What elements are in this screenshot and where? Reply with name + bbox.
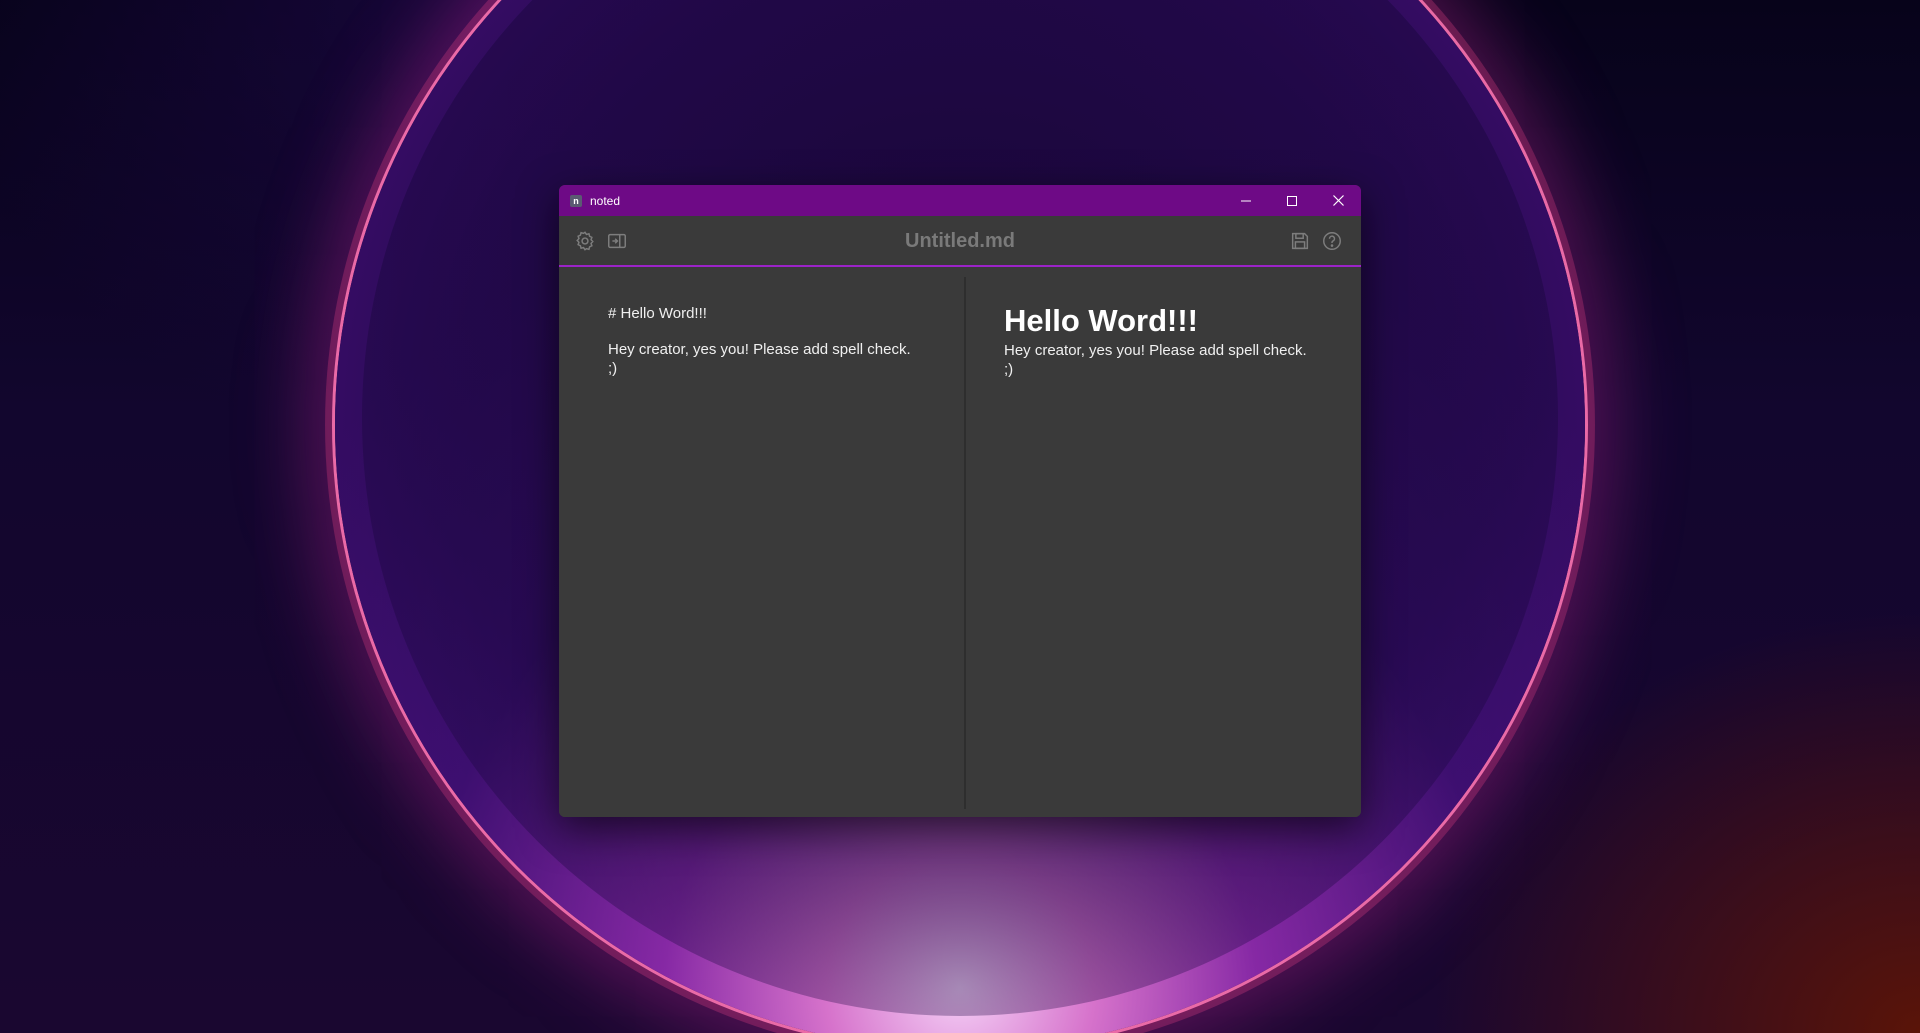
preview-heading: Hello Word!!! (1004, 303, 1199, 338)
markdown-editor[interactable]: # Hello Word!!! Hey creator, yes you! Pl… (608, 304, 928, 378)
help-icon (1323, 232, 1341, 250)
close-button[interactable] (1315, 185, 1361, 216)
pane-divider[interactable] (964, 277, 966, 809)
maximize-button[interactable] (1269, 185, 1315, 216)
minimize-button[interactable] (1223, 185, 1269, 216)
app-icon: n (570, 194, 582, 207)
window-controls (1223, 185, 1361, 216)
content-area: # Hello Word!!! Hey creator, yes you! Pl… (559, 267, 1361, 817)
maximize-icon (1287, 195, 1297, 206)
editor-blank-line (608, 323, 928, 340)
document-title: Untitled.md (905, 230, 1015, 252)
preview-paragraph-line: Hey creator, yes you! Please add spell c… (1004, 342, 1307, 359)
editor-line: ;) (608, 360, 618, 377)
editor-line: # Hello Word!!! (608, 305, 707, 322)
minimize-icon (1241, 200, 1251, 201)
editor-line: Hey creator, yes you! Please add spell c… (608, 341, 911, 358)
help-button[interactable] (1321, 230, 1343, 252)
app-title: noted (590, 193, 621, 208)
save-button[interactable] (1289, 230, 1311, 252)
toolbar: Untitled.md (559, 216, 1361, 267)
app-window: n noted Untitled.md # Hello Word!!! Hey … (559, 185, 1361, 817)
title-bar[interactable]: n noted (559, 185, 1361, 216)
markdown-preview: Hello Word!!! Hey creator, yes you! Plea… (1004, 305, 1324, 379)
save-icon (1291, 232, 1309, 250)
close-icon (1332, 195, 1344, 206)
preview-paragraph-line: ;) (1004, 361, 1014, 378)
